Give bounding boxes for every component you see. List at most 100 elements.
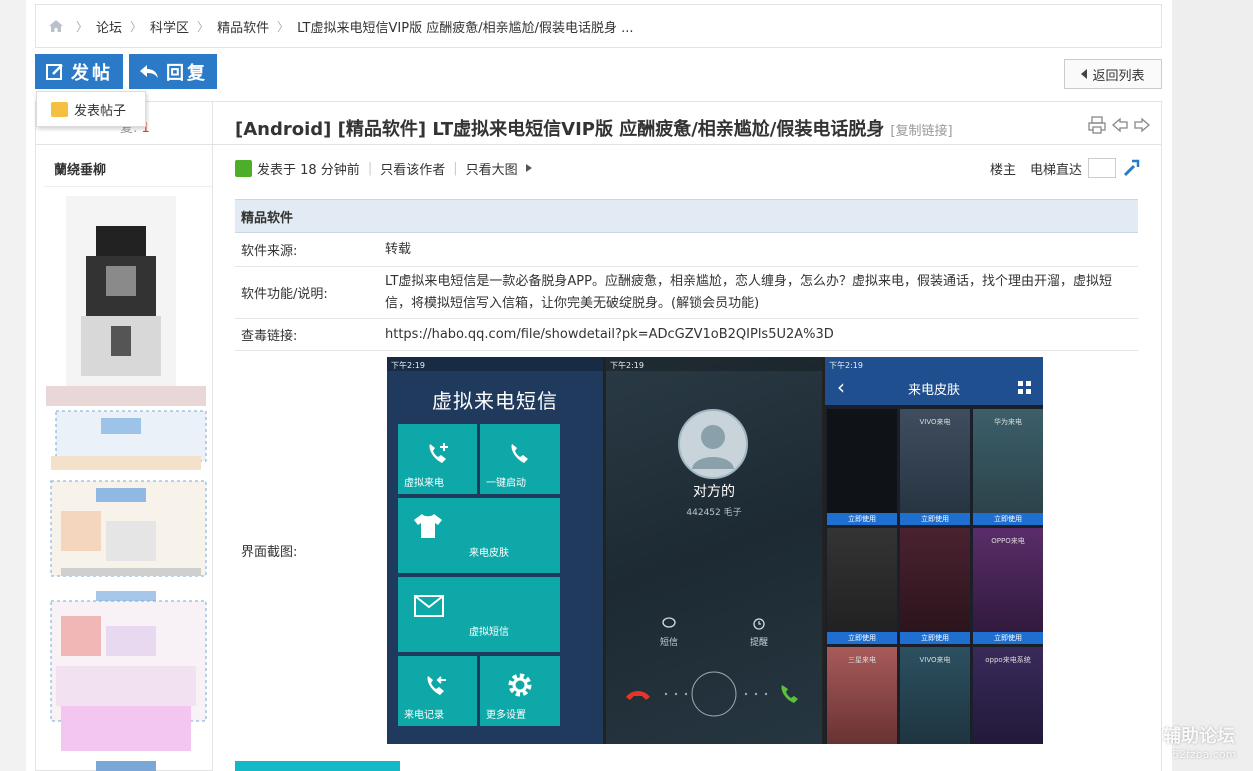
page-side-background — [1172, 0, 1253, 771]
triangle-right-icon — [525, 164, 532, 172]
call-controls — [626, 671, 798, 717]
alarm-icon — [753, 618, 765, 630]
info-key: 界面截图: — [241, 544, 298, 560]
tile-call-log: 来电记录 — [398, 656, 477, 726]
skin-item: OPPO来电 立即使用 — [973, 528, 1043, 644]
info-key: 软件功能/说明: — [241, 287, 328, 302]
divider — [44, 186, 212, 187]
floor-tools: 楼主 电梯直达 — [990, 158, 1140, 178]
virus-scan-link[interactable]: https://habo.qq.com/file/showdetail?pk=A… — [385, 319, 1138, 350]
copy-link-button[interactable]: [复制链接] — [890, 124, 952, 139]
sms-icon — [662, 617, 676, 628]
caller-name: 对方的 — [693, 484, 735, 500]
back-to-list-label: 返回列表 — [1092, 68, 1145, 84]
chevron-right-icon: 〉 — [130, 19, 143, 34]
skin-grid: 立即使用 VIVO来电 立即使用 华为来电 立即使用 立即使用 立即使用 OPPO来… — [825, 405, 1043, 744]
screenshot-incoming-call: 下午2:19 对方的 442452 毛子 短信 提醒 — [606, 357, 822, 744]
skin-title: 来电皮肤 — [907, 382, 960, 398]
author-name[interactable]: 蘭绕垂柳 — [54, 159, 106, 178]
caller-avatar — [678, 409, 748, 479]
skin-header: ‹ 来电皮肤 — [825, 371, 1043, 405]
tile-one-click: 一键启动 — [480, 424, 560, 494]
chevron-right-icon: 〉 — [197, 19, 210, 34]
info-value: 转载 — [385, 241, 412, 257]
back-to-list-button[interactable]: 返回列表 — [1064, 59, 1162, 89]
only-big-image-link[interactable]: 只看大图 — [466, 159, 518, 178]
tile-settings: 更多设置 — [480, 656, 560, 726]
post-main: [Android] [精品软件] LT虚拟来电短信VIP版 应酬疲惫/相亲尴尬/… — [213, 101, 1162, 771]
edit-icon — [46, 63, 63, 80]
reply-button[interactable]: 回复 — [129, 54, 217, 89]
grid-icon[interactable] — [1018, 381, 1031, 394]
new-thread-label: 发表帖子 — [74, 103, 127, 119]
separator: | — [367, 160, 373, 176]
skin-item: 三星来电 — [827, 647, 897, 744]
reply-label: 回复 — [166, 62, 208, 84]
print-icon[interactable] — [1088, 116, 1106, 134]
info-row: 软件功能/说明: LT虚拟来电短信是一款必备脱身APP。应酬疲惫，相亲尴尬，恋人… — [235, 267, 1138, 319]
page-container: 〉 论坛 〉 科学区 〉 精品软件 〉 LT虚拟来电短信VIP版 应酬疲惫/相亲… — [26, 0, 1172, 771]
breadcrumb-software[interactable]: 精品软件 — [217, 17, 269, 36]
skin-item: 立即使用 — [827, 528, 897, 644]
app-title: 虚拟来电短信 — [432, 389, 558, 413]
post-title: [Android] [精品软件] LT虚拟来电短信VIP版 应酬疲惫/相亲尴尬/… — [235, 115, 953, 141]
folder-icon — [51, 101, 68, 117]
user-online-icon — [235, 159, 252, 177]
shirt-icon — [414, 514, 442, 538]
arrow-right-icon[interactable] — [1134, 116, 1150, 134]
breadcrumb-science[interactable]: 科学区 — [150, 17, 189, 36]
info-row: 界面截图: 下午2:19 虚拟来电短信 虚拟来电 一键启动 来电皮肤 虚拟短信 … — [235, 351, 1138, 749]
post-title-bar: [Android] [精品软件] LT虚拟来电短信VIP版 应酬疲惫/相亲尴尬/… — [213, 101, 1162, 145]
new-thread-popup[interactable]: 发表帖子 — [36, 91, 146, 127]
post-time: 发表于 18 分钟前 — [257, 162, 360, 178]
blurred-avatar-profile — [36, 196, 214, 771]
separator: | — [453, 160, 458, 176]
new-post-button[interactable]: 发帖 — [35, 54, 123, 89]
caller-number: 442452 毛子 — [686, 508, 742, 518]
post-meta: 发表于 18 分钟前 | 只看该作者 | 只看大图 楼主 电梯直达 — [235, 157, 1140, 179]
home-icon[interactable] — [48, 19, 64, 33]
skin-item: 立即使用 — [827, 409, 897, 525]
back-chevron-icon[interactable]: ‹ — [837, 375, 845, 399]
title-tools — [1088, 116, 1150, 134]
skin-item: oppo来电系统 — [973, 647, 1043, 744]
breadcrumb: 〉 论坛 〉 科学区 〉 精品软件 〉 LT虚拟来电短信VIP版 应酬疲惫/相亲… — [35, 4, 1162, 48]
site-watermark: 辅助论坛 — [1163, 726, 1235, 747]
skin-item: VIVO来电 立即使用 — [900, 409, 970, 525]
breadcrumb-current: LT虚拟来电短信VIP版 应酬疲惫/相亲尴尬/假装电话脱身 ... — [297, 20, 634, 36]
info-row: 软件来源: 转载 — [235, 233, 1138, 267]
sms-label: 短信 — [660, 638, 679, 648]
info-key: 软件来源: — [241, 244, 298, 259]
floor-jump-input[interactable] — [1088, 158, 1116, 178]
app-screenshots[interactable]: 下午2:19 虚拟来电短信 虚拟来电 一键启动 来电皮肤 虚拟短信 来电记录 更… — [387, 357, 1043, 744]
arrow-left-icon[interactable] — [1112, 116, 1128, 134]
info-row: 查毒链接: https://habo.qq.com/file/showdetai… — [235, 319, 1138, 351]
info-table-header: 精品软件 — [235, 199, 1138, 233]
remind-label: 提醒 — [750, 638, 769, 648]
floor-label: 楼主 — [989, 162, 1016, 178]
status-bar: 下午2:19 — [387, 357, 603, 371]
status-bar: 下午2:19 — [825, 357, 1043, 371]
phone-icon — [511, 444, 528, 463]
envelope-icon — [414, 595, 444, 617]
site-watermark-url: 52fzba.com — [1172, 748, 1237, 761]
elevator-label: 电梯直达 — [1029, 162, 1082, 178]
gear-icon — [508, 673, 532, 697]
tile-call-skin: 来电皮肤 — [398, 498, 560, 573]
post-title-text: [Android] [精品软件] LT虚拟来电短信VIP版 应酬疲惫/相亲尴尬/… — [235, 119, 885, 140]
skin-item: VIVO来电 — [900, 647, 970, 744]
breadcrumb-forum[interactable]: 论坛 — [96, 17, 122, 36]
screenshot-home: 下午2:19 虚拟来电短信 虚拟来电 一键启动 来电皮肤 虚拟短信 来电记录 更… — [387, 357, 603, 744]
reply-icon — [140, 64, 158, 78]
new-post-label: 发帖 — [71, 62, 113, 84]
go-icon[interactable] — [1122, 159, 1140, 177]
phone-log-icon — [427, 676, 446, 695]
phone-plus-icon — [429, 443, 448, 463]
skin-item: 华为来电 立即使用 — [973, 409, 1043, 525]
chevron-right-icon: 〉 — [76, 19, 89, 34]
skin-item: 立即使用 — [900, 528, 970, 644]
download-bar[interactable] — [235, 761, 400, 771]
software-info-table: 精品软件 软件来源: 转载 软件功能/说明: LT虚拟来电短信是一款必备脱身AP… — [235, 199, 1138, 749]
screenshot-call-skins: 下午2:19 ‹ 来电皮肤 立即使用 VIVO来电 立即使用 华为来电 立即使用 立… — [825, 357, 1043, 744]
only-author-link[interactable]: 只看该作者 — [380, 159, 445, 178]
